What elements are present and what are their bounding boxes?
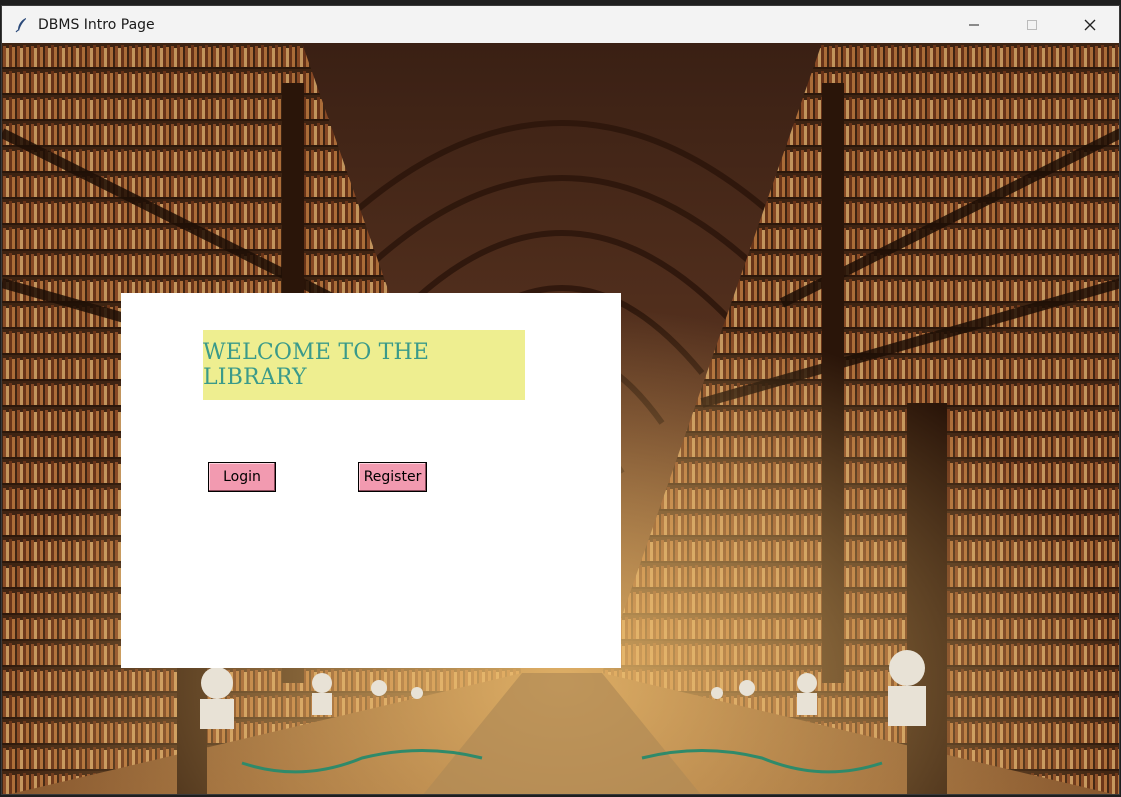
register-button[interactable]: Register [358,462,427,492]
login-button[interactable]: Login [208,462,276,492]
close-button[interactable] [1061,6,1119,43]
app-window: DBMS Intro Page WELCOME TO THE LIBRARY L… [1,5,1120,795]
welcome-heading: WELCOME TO THE LIBRARY [203,340,430,390]
maximize-icon [1027,19,1037,30]
window-title: DBMS Intro Page [38,16,155,33]
maximize-button[interactable] [1003,6,1061,43]
feather-icon [15,17,26,32]
library-background: WELCOME TO THE LIBRARY Login Register [2,43,1119,794]
minimize-icon [969,24,979,25]
welcome-banner: WELCOME TO THE LIBRARY [203,330,525,400]
welcome-panel: WELCOME TO THE LIBRARY Login Register [121,293,621,668]
close-icon [1084,19,1096,30]
title-bar[interactable]: DBMS Intro Page [2,6,1119,43]
minimize-button[interactable] [945,6,1003,43]
window-controls [945,6,1119,43]
